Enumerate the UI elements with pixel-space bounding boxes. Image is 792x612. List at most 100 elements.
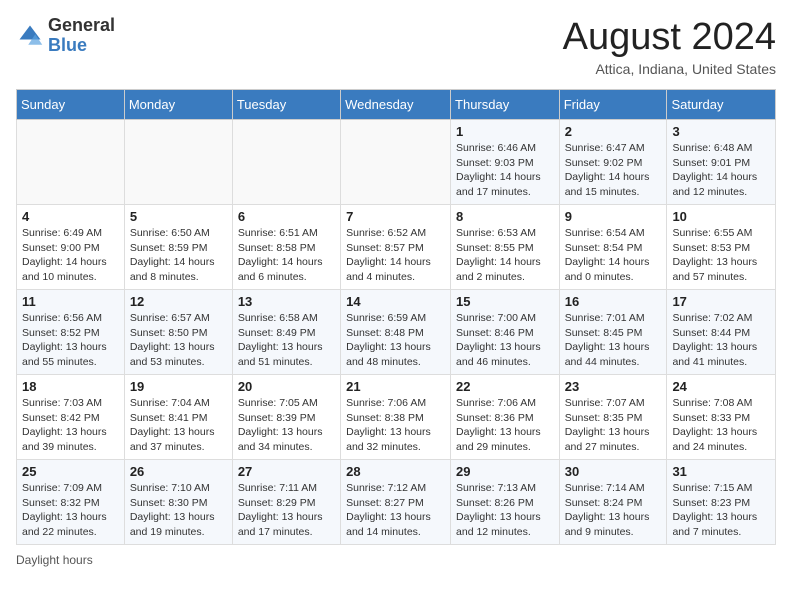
day-header-saturday: Saturday bbox=[667, 90, 776, 120]
day-info: Sunrise: 7:10 AMSunset: 8:30 PMDaylight:… bbox=[130, 481, 227, 540]
calendar-cell: 16 Sunrise: 7:01 AMSunset: 8:45 PMDayligh… bbox=[559, 290, 667, 375]
day-header-tuesday: Tuesday bbox=[232, 90, 340, 120]
calendar-cell: 26Sunrise: 7:10 AMSunset: 8:30 PMDayligh… bbox=[124, 460, 232, 545]
day-number: 21 bbox=[346, 379, 445, 394]
day-info: Sunrise: 7:00 AMSunset: 8:46 PMDaylight:… bbox=[456, 311, 554, 370]
day-number: 1 bbox=[456, 124, 554, 139]
day-info: Sunrise: 7:14 AMSunset: 8:24 PMDaylight:… bbox=[565, 481, 662, 540]
day-number: 20 bbox=[238, 379, 335, 394]
day-header-friday: Friday bbox=[559, 90, 667, 120]
calendar-cell: 21 Sunrise: 7:06 AMSunset: 8:38 PMDayligh… bbox=[341, 375, 451, 460]
day-number: 19 bbox=[130, 379, 227, 394]
logo: General Blue bbox=[16, 16, 115, 56]
day-info: Sunrise: 6:56 AMSunset: 8:52 PMDaylight:… bbox=[22, 311, 119, 370]
day-number: 3 bbox=[672, 124, 770, 139]
day-number: 31 bbox=[672, 464, 770, 479]
day-info: Sunrise: 7:01 AMSunset: 8:45 PMDaylight:… bbox=[565, 311, 662, 370]
calendar-header-row: SundayMondayTuesdayWednesdayThursdayFrid… bbox=[17, 90, 776, 120]
logo-blue: Blue bbox=[48, 36, 115, 56]
calendar-cell: 24Sunrise: 7:08 AMSunset: 8:33 PMDayligh… bbox=[667, 375, 776, 460]
day-number: 4 bbox=[22, 209, 119, 224]
footer-note: Daylight hours bbox=[16, 553, 776, 567]
day-number: 9 bbox=[565, 209, 662, 224]
calendar-cell: 4Sunrise: 6:49 AMSunset: 9:00 PMDaylight… bbox=[17, 205, 125, 290]
day-number: 16 bbox=[565, 294, 662, 309]
day-info: Sunrise: 7:06 AMSunset: 8:38 PMDaylight:… bbox=[346, 396, 445, 455]
day-info: Sunrise: 7:07 AMSunset: 8:35 PMDaylight:… bbox=[565, 396, 662, 455]
calendar-cell: 9 Sunrise: 6:54 AMSunset: 8:54 PMDaylight… bbox=[559, 205, 667, 290]
calendar-cell: 5 Sunrise: 6:50 AMSunset: 8:59 PMDaylight… bbox=[124, 205, 232, 290]
day-info: Sunrise: 6:57 AMSunset: 8:50 PMDaylight:… bbox=[130, 311, 227, 370]
day-info: Sunrise: 6:58 AMSunset: 8:49 PMDaylight:… bbox=[238, 311, 335, 370]
calendar-table: SundayMondayTuesdayWednesdayThursdayFrid… bbox=[16, 89, 776, 545]
calendar-cell: 13Sunrise: 6:58 AMSunset: 8:49 PMDayligh… bbox=[232, 290, 340, 375]
day-info: Sunrise: 7:06 AMSunset: 8:36 PMDaylight:… bbox=[456, 396, 554, 455]
logo-text: General Blue bbox=[48, 16, 115, 56]
day-info: Sunrise: 6:46 AMSunset: 9:03 PMDaylight:… bbox=[456, 141, 554, 200]
day-number: 30 bbox=[565, 464, 662, 479]
day-number: 27 bbox=[238, 464, 335, 479]
calendar-cell: 3 Sunrise: 6:48 AMSunset: 9:01 PMDaylight… bbox=[667, 120, 776, 205]
calendar-cell: 20Sunrise: 7:05 AMSunset: 8:39 PMDayligh… bbox=[232, 375, 340, 460]
day-info: Sunrise: 7:12 AMSunset: 8:27 PMDaylight:… bbox=[346, 481, 445, 540]
day-number: 6 bbox=[238, 209, 335, 224]
day-number: 10 bbox=[672, 209, 770, 224]
logo-icon bbox=[16, 22, 44, 50]
calendar-week-3: 11 Sunrise: 6:56 AMSunset: 8:52 PMDayligh… bbox=[17, 290, 776, 375]
calendar-cell: 2 Sunrise: 6:47 AMSunset: 9:02 PMDaylight… bbox=[559, 120, 667, 205]
calendar-cell: 28 Sunrise: 7:12 AMSunset: 8:27 PMDayligh… bbox=[341, 460, 451, 545]
day-info: Sunrise: 6:59 AMSunset: 8:48 PMDaylight:… bbox=[346, 311, 445, 370]
calendar-week-2: 4Sunrise: 6:49 AMSunset: 9:00 PMDaylight… bbox=[17, 205, 776, 290]
day-number: 22 bbox=[456, 379, 554, 394]
day-number: 29 bbox=[456, 464, 554, 479]
calendar-cell: 14Sunrise: 6:59 AMSunset: 8:48 PMDayligh… bbox=[341, 290, 451, 375]
calendar-cell: 19Sunrise: 7:04 AMSunset: 8:41 PMDayligh… bbox=[124, 375, 232, 460]
day-info: Sunrise: 6:51 AMSunset: 8:58 PMDaylight:… bbox=[238, 226, 335, 285]
calendar-week-1: 1 Sunrise: 6:46 AMSunset: 9:03 PMDaylight… bbox=[17, 120, 776, 205]
day-info: Sunrise: 6:55 AMSunset: 8:53 PMDaylight:… bbox=[672, 226, 770, 285]
subtitle: Attica, Indiana, United States bbox=[563, 61, 776, 77]
calendar-cell: 31 Sunrise: 7:15 AMSunset: 8:23 PMDayligh… bbox=[667, 460, 776, 545]
calendar-cell: 8Sunrise: 6:53 AMSunset: 8:55 PMDaylight… bbox=[451, 205, 560, 290]
daylight-label: Daylight hours bbox=[16, 553, 93, 567]
day-number: 8 bbox=[456, 209, 554, 224]
calendar-cell: 15 Sunrise: 7:00 AMSunset: 8:46 PMDayligh… bbox=[451, 290, 560, 375]
calendar-week-4: 18 Sunrise: 7:03 AMSunset: 8:42 PMDayligh… bbox=[17, 375, 776, 460]
day-number: 7 bbox=[346, 209, 445, 224]
day-info: Sunrise: 6:54 AMSunset: 8:54 PMDaylight:… bbox=[565, 226, 662, 285]
day-header-sunday: Sunday bbox=[17, 90, 125, 120]
calendar-cell: 30 Sunrise: 7:14 AMSunset: 8:24 PMDayligh… bbox=[559, 460, 667, 545]
day-number: 2 bbox=[565, 124, 662, 139]
calendar-cell bbox=[124, 120, 232, 205]
day-number: 23 bbox=[565, 379, 662, 394]
day-number: 18 bbox=[22, 379, 119, 394]
day-info: Sunrise: 7:03 AMSunset: 8:42 PMDaylight:… bbox=[22, 396, 119, 455]
page-header: General Blue August 2024 Attica, Indiana… bbox=[16, 16, 776, 77]
calendar-cell: 27Sunrise: 7:11 AMSunset: 8:29 PMDayligh… bbox=[232, 460, 340, 545]
day-info: Sunrise: 7:09 AMSunset: 8:32 PMDaylight:… bbox=[22, 481, 119, 540]
logo-general: General bbox=[48, 16, 115, 36]
day-header-monday: Monday bbox=[124, 90, 232, 120]
calendar-cell: 7 Sunrise: 6:52 AMSunset: 8:57 PMDaylight… bbox=[341, 205, 451, 290]
day-info: Sunrise: 6:48 AMSunset: 9:01 PMDaylight:… bbox=[672, 141, 770, 200]
day-info: Sunrise: 7:15 AMSunset: 8:23 PMDaylight:… bbox=[672, 481, 770, 540]
calendar-cell: 6 Sunrise: 6:51 AMSunset: 8:58 PMDaylight… bbox=[232, 205, 340, 290]
day-info: Sunrise: 6:50 AMSunset: 8:59 PMDaylight:… bbox=[130, 226, 227, 285]
calendar-cell: 1 Sunrise: 6:46 AMSunset: 9:03 PMDaylight… bbox=[451, 120, 560, 205]
day-info: Sunrise: 6:52 AMSunset: 8:57 PMDaylight:… bbox=[346, 226, 445, 285]
day-number: 5 bbox=[130, 209, 227, 224]
calendar-cell: 18 Sunrise: 7:03 AMSunset: 8:42 PMDayligh… bbox=[17, 375, 125, 460]
calendar-cell: 11 Sunrise: 6:56 AMSunset: 8:52 PMDayligh… bbox=[17, 290, 125, 375]
day-info: Sunrise: 6:47 AMSunset: 9:02 PMDaylight:… bbox=[565, 141, 662, 200]
calendar-cell: 25Sunrise: 7:09 AMSunset: 8:32 PMDayligh… bbox=[17, 460, 125, 545]
title-section: August 2024 Attica, Indiana, United Stat… bbox=[563, 16, 776, 77]
calendar-cell: 29Sunrise: 7:13 AMSunset: 8:26 PMDayligh… bbox=[451, 460, 560, 545]
calendar-cell: 23 Sunrise: 7:07 AMSunset: 8:35 PMDayligh… bbox=[559, 375, 667, 460]
calendar-cell: 22 Sunrise: 7:06 AMSunset: 8:36 PMDayligh… bbox=[451, 375, 560, 460]
day-header-wednesday: Wednesday bbox=[341, 90, 451, 120]
day-number: 11 bbox=[22, 294, 119, 309]
day-number: 28 bbox=[346, 464, 445, 479]
main-title: August 2024 bbox=[563, 16, 776, 59]
day-number: 15 bbox=[456, 294, 554, 309]
day-number: 24 bbox=[672, 379, 770, 394]
